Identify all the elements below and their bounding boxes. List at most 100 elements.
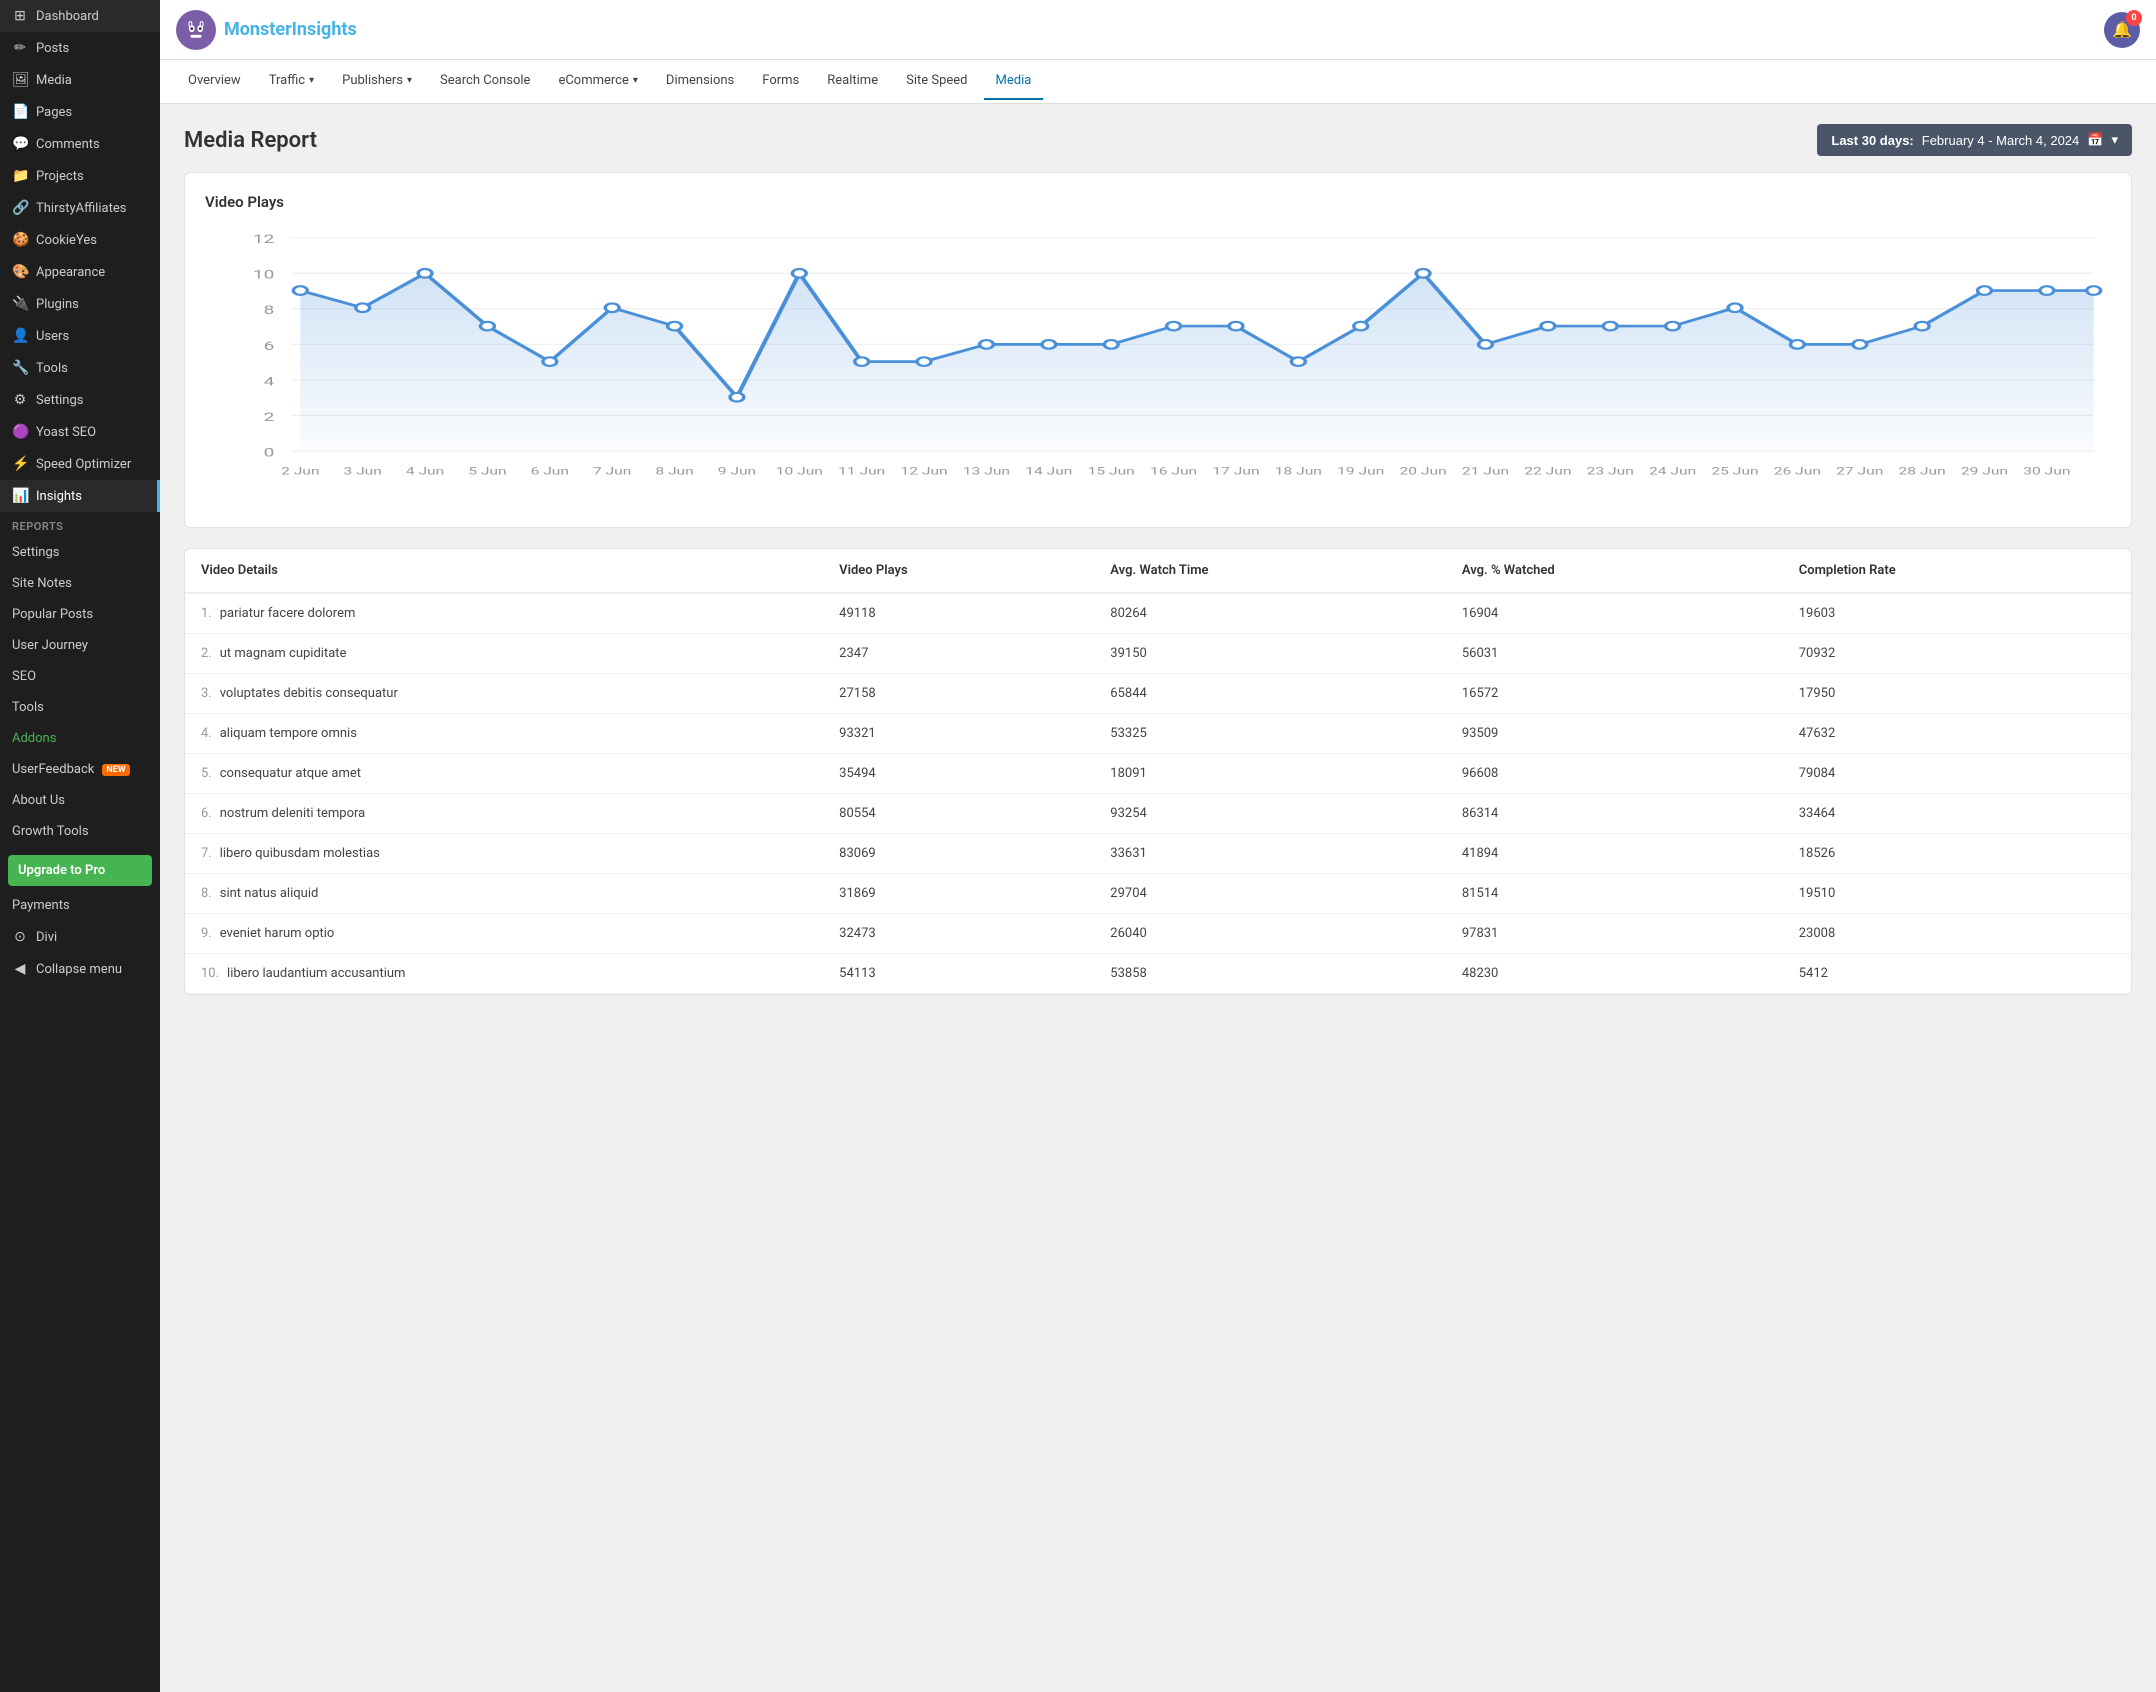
chevron-down-icon: ▾ — [633, 75, 638, 86]
notification-bell[interactable]: 🔔 0 — [2104, 12, 2140, 48]
sidebar-item-payments[interactable]: Payments — [0, 890, 160, 921]
sidebar-item-label: Collapse menu — [36, 962, 122, 977]
subnav-item-forms[interactable]: Forms — [750, 63, 811, 100]
sidebar-item-collapse[interactable]: ◀ Collapse menu — [0, 953, 160, 985]
sidebar-item-sitenotes[interactable]: Site Notes — [0, 568, 160, 599]
table-body: 1.pariatur facere dolorem 49118 80264 16… — [185, 593, 2131, 994]
sidebar-item-label: Insights — [36, 489, 82, 504]
col-avg-pct-watched: Avg. % Watched — [1446, 549, 1783, 593]
subnav-item-overview[interactable]: Overview — [176, 63, 253, 100]
sidebar-item-growthtools[interactable]: Growth Tools — [0, 816, 160, 847]
subnav-item-dimensions[interactable]: Dimensions — [654, 63, 746, 100]
subnav-item-publishers[interactable]: Publishers ▾ — [330, 63, 424, 100]
svg-text:6 Jun: 6 Jun — [531, 466, 569, 477]
logo-icon — [176, 10, 216, 50]
cell-avg-watch-time: 29704 — [1094, 874, 1446, 914]
cell-completion-rate: 70932 — [1783, 634, 2131, 674]
sidebar-item-upgrade[interactable]: Upgrade to Pro — [8, 855, 152, 886]
cell-video-details: 1.pariatur facere dolorem — [185, 593, 823, 634]
svg-text:8: 8 — [264, 303, 275, 317]
table-row: 7.libero quibusdam molestias 83069 33631… — [185, 834, 2131, 874]
subnav-item-traffic[interactable]: Traffic ▾ — [257, 63, 326, 100]
sidebar-item-label: Posts — [36, 41, 69, 56]
content-area: Media Report Last 30 days: February 4 - … — [160, 104, 2156, 1692]
cell-completion-rate: 33464 — [1783, 794, 2131, 834]
subnav-item-realtime[interactable]: Realtime — [815, 63, 890, 100]
sidebar-item-settings[interactable]: ⚙ Settings — [0, 384, 160, 416]
date-range-value: February 4 - March 4, 2024 — [1922, 133, 2080, 148]
sidebar-item-userjourney[interactable]: User Journey — [0, 630, 160, 661]
notification-count: 0 — [2126, 10, 2142, 26]
svg-text:28 Jun: 28 Jun — [1899, 466, 1946, 477]
col-video-details: Video Details — [185, 549, 823, 593]
cell-completion-rate: 5412 — [1783, 954, 2131, 994]
sidebar-item-posts[interactable]: ✏ Posts — [0, 32, 160, 64]
sidebar-item-label: About Us — [12, 793, 65, 808]
cell-avg-pct-watched: 16904 — [1446, 593, 1783, 634]
svg-text:4: 4 — [264, 374, 275, 388]
sidebar-item-plugins[interactable]: 🔌 Plugins — [0, 288, 160, 320]
sidebar-item-settings-report[interactable]: Settings — [0, 537, 160, 568]
sidebar-item-speedoptimizer[interactable]: ⚡ Speed Optimizer — [0, 448, 160, 480]
sidebar-item-users[interactable]: 👤 Users — [0, 320, 160, 352]
sidebar-item-label: Dashboard — [36, 9, 99, 24]
cell-avg-watch-time: 65844 — [1094, 674, 1446, 714]
logo-area: MonsterInsights — [176, 10, 376, 50]
sidebar-item-label: Plugins — [36, 297, 79, 312]
table-row: 2.ut magnam cupiditate 2347 39150 56031 … — [185, 634, 2131, 674]
sidebar-item-appearance[interactable]: 🎨 Appearance — [0, 256, 160, 288]
projects-icon: 📁 — [12, 168, 28, 184]
sidebar-item-aboutus[interactable]: About Us — [0, 785, 160, 816]
date-range-button[interactable]: Last 30 days: February 4 - March 4, 2024… — [1817, 124, 2132, 156]
media-icon: 🖼 — [12, 72, 28, 88]
sidebar-item-label: SEO — [12, 669, 36, 684]
sidebar-item-label: Site Notes — [12, 576, 72, 591]
sidebar-item-comments[interactable]: 💬 Comments — [0, 128, 160, 160]
sidebar-item-addons[interactable]: Addons — [0, 723, 160, 754]
svg-text:11 Jun: 11 Jun — [838, 466, 885, 477]
subnav-item-searchconsole[interactable]: Search Console — [428, 63, 542, 100]
subnav-item-media[interactable]: Media — [984, 63, 1044, 100]
svg-text:23 Jun: 23 Jun — [1587, 466, 1634, 477]
svg-text:27 Jun: 27 Jun — [1836, 466, 1883, 477]
cell-video-details: 9.eveniet harum optio — [185, 914, 823, 954]
sidebar-item-tools[interactable]: 🔧 Tools — [0, 352, 160, 384]
sidebar-item-label: ThirstyAffiliates — [36, 201, 126, 216]
chevron-down-icon: ▾ — [2111, 132, 2118, 148]
cell-completion-rate: 47632 — [1783, 714, 2131, 754]
subnav-item-sitespeed[interactable]: Site Speed — [894, 63, 979, 100]
sidebar-item-yoastseo[interactable]: 🟣 Yoast SEO — [0, 416, 160, 448]
sidebar-item-cookieyes[interactable]: 🍪 CookieYes — [0, 224, 160, 256]
sidebar-item-projects[interactable]: 📁 Projects — [0, 160, 160, 192]
svg-text:20 Jun: 20 Jun — [1400, 466, 1447, 477]
comments-icon: 💬 — [12, 136, 28, 152]
subnav: Overview Traffic ▾ Publishers ▾ Search C… — [160, 60, 2156, 104]
cell-video-plays: 93321 — [823, 714, 1094, 754]
calendar-icon: 📅 — [2087, 132, 2103, 148]
sidebar-item-insights[interactable]: 📊 Insights — [0, 480, 160, 512]
insights-icon: 📊 — [12, 488, 28, 504]
sidebar-item-dashboard[interactable]: ⊞ Dashboard — [0, 0, 160, 32]
table-row: 6.nostrum deleniti tempora 80554 93254 8… — [185, 794, 2131, 834]
table-row: 3.voluptates debitis consequatur 27158 6… — [185, 674, 2131, 714]
plugins-icon: 🔌 — [12, 296, 28, 312]
cell-video-plays: 31869 — [823, 874, 1094, 914]
cell-video-plays: 35494 — [823, 754, 1094, 794]
sidebar-item-pages[interactable]: 📄 Pages — [0, 96, 160, 128]
sidebar-item-userfeedback[interactable]: UserFeedback NEW — [0, 754, 160, 785]
svg-text:0: 0 — [264, 445, 275, 459]
cell-avg-pct-watched: 97831 — [1446, 914, 1783, 954]
cell-video-plays: 2347 — [823, 634, 1094, 674]
sidebar-item-label: Addons — [12, 731, 56, 746]
sidebar-item-media[interactable]: 🖼 Media — [0, 64, 160, 96]
cell-avg-watch-time: 18091 — [1094, 754, 1446, 794]
sidebar-item-divi[interactable]: ⊙ Divi — [0, 921, 160, 953]
sidebar-item-popularposts[interactable]: Popular Posts — [0, 599, 160, 630]
sidebar-item-label: Media — [36, 73, 72, 88]
cell-avg-pct-watched: 81514 — [1446, 874, 1783, 914]
sidebar-item-tools-report[interactable]: Tools — [0, 692, 160, 723]
video-table: Video Details Video Plays Avg. Watch Tim… — [185, 549, 2131, 994]
sidebar-item-seo[interactable]: SEO — [0, 661, 160, 692]
sidebar-item-thirstyaffiliates[interactable]: 🔗 ThirstyAffiliates — [0, 192, 160, 224]
subnav-item-ecommerce[interactable]: eCommerce ▾ — [546, 63, 649, 100]
